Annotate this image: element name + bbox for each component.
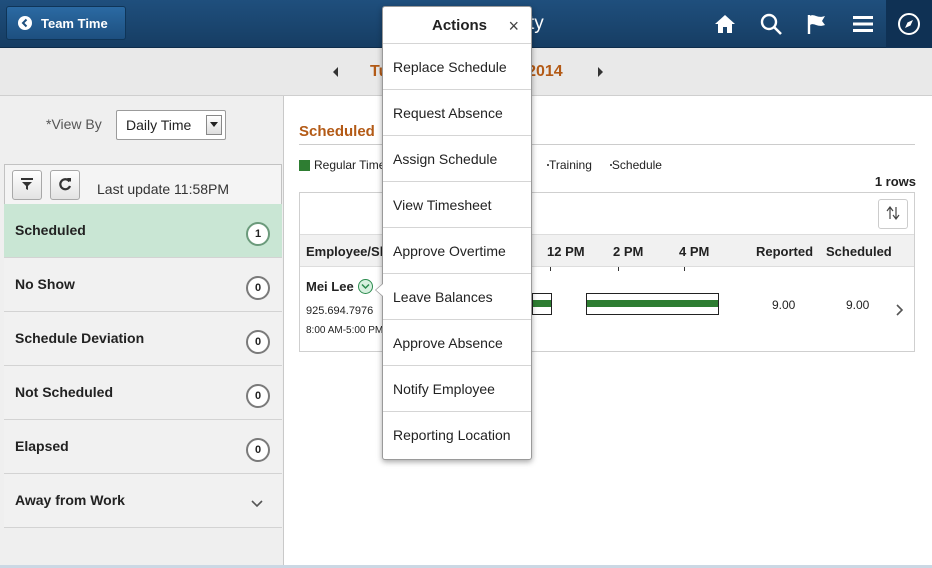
category-item-not-scheduled[interactable]: Not Scheduled 0: [4, 366, 282, 420]
popup-title: Actions: [432, 17, 488, 34]
action-approve-overtime[interactable]: Approve Overtime: [383, 227, 531, 273]
popup-header: Actions ×: [383, 7, 531, 43]
home-icon[interactable]: [702, 0, 748, 48]
action-approve-absence[interactable]: Approve Absence: [383, 319, 531, 365]
count-badge: 0: [246, 438, 270, 462]
action-replace-schedule[interactable]: Replace Schedule: [383, 43, 531, 89]
close-icon[interactable]: ×: [508, 16, 519, 37]
menu-icon[interactable]: [840, 0, 886, 48]
sort-button[interactable]: [878, 199, 908, 229]
action-leave-balances[interactable]: Leave Balances: [383, 273, 531, 319]
filter-icon: [20, 177, 34, 194]
action-reporting-location[interactable]: Reporting Location: [383, 411, 531, 457]
category-item-schedule-deviation[interactable]: Schedule Deviation 0: [4, 312, 282, 366]
count-badge: 0: [246, 330, 270, 354]
employee-shift: 8:00 AM-5:00 PM: [306, 325, 384, 336]
view-by-group: *View By Daily Time: [0, 110, 284, 140]
column-header: Scheduled: [826, 244, 892, 259]
employee-phone: 925.694.7976: [306, 305, 374, 317]
next-date-icon[interactable]: [592, 64, 608, 80]
action-notify-employee[interactable]: Notify Employee: [383, 365, 531, 411]
legend-label: Regular Time: [314, 158, 386, 172]
legend-regular-time: Regular Time: [299, 158, 385, 172]
category-label: No Show: [15, 276, 75, 292]
actions-toggle-icon[interactable]: [358, 279, 373, 294]
actions-popup: Actions × Replace Schedule Request Absen…: [375, 6, 532, 460]
schedule-bar: [532, 293, 552, 315]
column-header: 12 PM: [547, 244, 585, 259]
section-title: Scheduled: [299, 123, 375, 140]
legend-training-schedule: Training Schedule: [547, 158, 662, 172]
category-list: Scheduled 1 No Show 0 Schedule Deviation…: [4, 204, 282, 528]
scheduled-hours: 9.00: [846, 298, 870, 312]
legend-label: Training: [549, 158, 592, 172]
left-pane: *View By Daily Time Last update 11:58PM …: [0, 96, 284, 568]
category-label: Away from Work: [15, 492, 125, 508]
category-label: Scheduled: [15, 222, 86, 238]
time-tick: [550, 267, 551, 271]
employee-name[interactable]: Mei Lee: [306, 279, 354, 294]
category-label: Elapsed: [15, 438, 69, 454]
category-item-no-show[interactable]: No Show 0: [4, 258, 282, 312]
filter-bar: Last update 11:58PM: [4, 164, 282, 206]
refresh-icon: [58, 177, 72, 194]
view-by-select[interactable]: Daily Time: [116, 110, 226, 140]
action-assign-schedule[interactable]: Assign Schedule: [383, 135, 531, 181]
count-badge: 1: [246, 222, 270, 246]
category-item-scheduled[interactable]: Scheduled 1: [4, 204, 282, 258]
action-view-timesheet[interactable]: View Timesheet: [383, 181, 531, 227]
time-tick: [618, 267, 619, 271]
column-header: 4 PM: [679, 244, 710, 259]
last-update-text: Last update 11:58PM: [97, 181, 230, 197]
schedule-bar: [586, 293, 719, 315]
chevron-right-icon[interactable]: [894, 303, 904, 317]
category-item-elapsed[interactable]: Elapsed 0: [4, 420, 282, 474]
time-tick: [684, 267, 685, 271]
category-label: Not Scheduled: [15, 384, 114, 400]
dropdown-arrow-icon: [206, 115, 222, 135]
reported-hours: 9.00: [772, 298, 796, 312]
refresh-button[interactable]: [50, 170, 80, 200]
column-header: 2 PM: [613, 244, 644, 259]
view-by-label: *View By: [46, 116, 102, 132]
previous-date-icon[interactable]: [328, 64, 344, 80]
count-badge: 0: [246, 384, 270, 408]
rows-count: 1 rows: [874, 174, 916, 189]
search-icon[interactable]: [748, 0, 794, 48]
category-item-away-from-work[interactable]: Away from Work: [4, 474, 282, 528]
action-request-absence[interactable]: Request Absence: [383, 89, 531, 135]
navigator-icon[interactable]: [886, 0, 932, 48]
sort-icon: [886, 205, 900, 223]
regular-time-swatch: [299, 159, 310, 171]
flag-icon[interactable]: [794, 0, 840, 48]
chevron-down-icon: [250, 496, 264, 508]
column-header: Reported: [756, 244, 814, 259]
legend-label: Schedule: [611, 158, 662, 172]
category-label: Schedule Deviation: [15, 330, 145, 346]
count-badge: 0: [246, 276, 270, 300]
popup-pointer: [375, 283, 383, 297]
filter-button[interactable]: [12, 170, 42, 200]
view-by-value: Daily Time: [126, 117, 192, 133]
